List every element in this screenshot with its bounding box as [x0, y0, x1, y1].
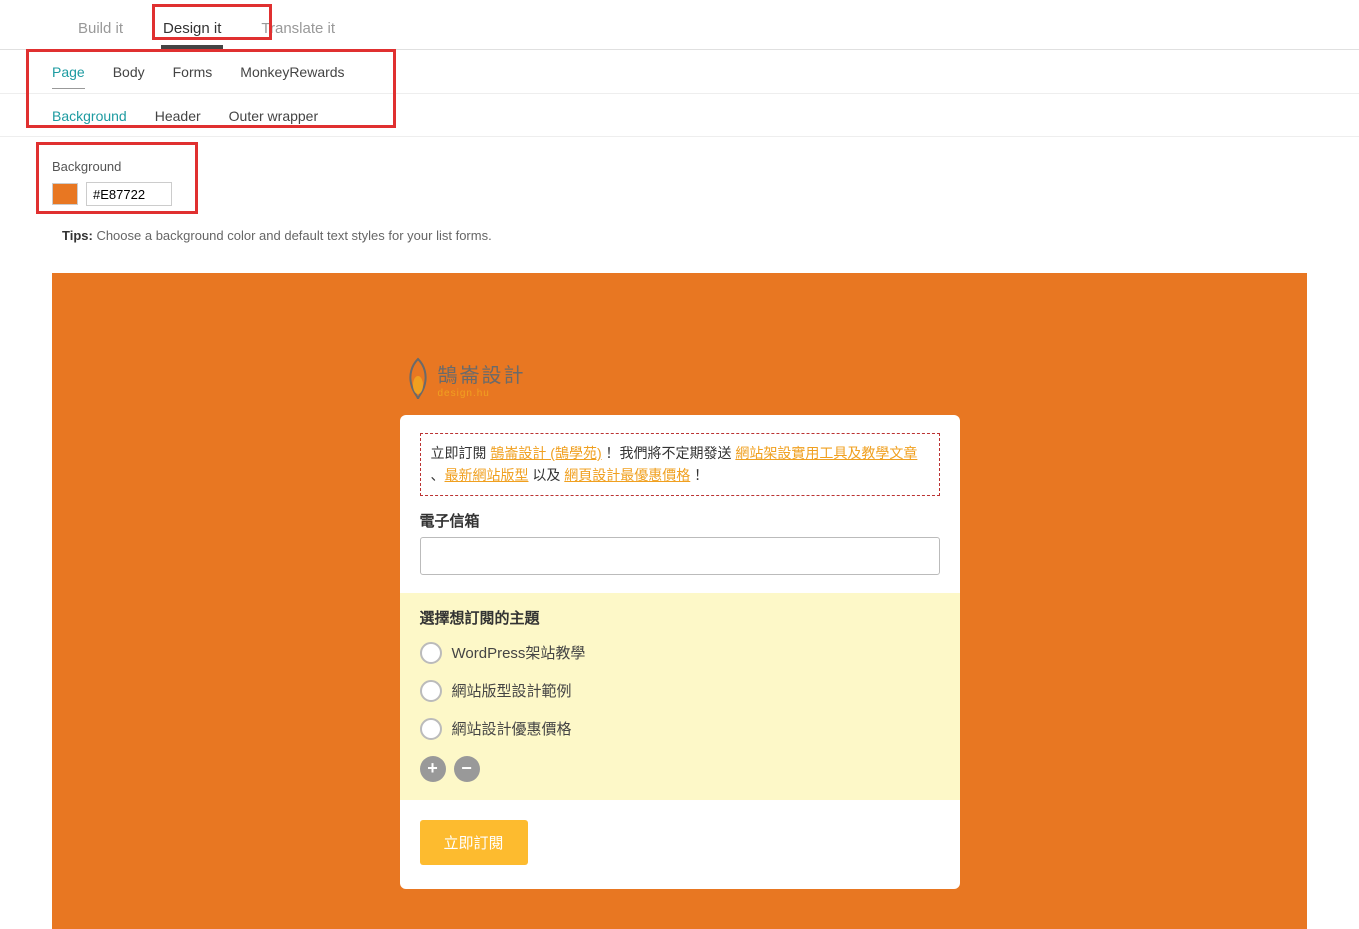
add-option-button[interactable]: + [420, 756, 446, 782]
intro-link-2[interactable]: 網站架設實用工具及教學文章 [735, 445, 917, 461]
email-label: 電子信箱 [420, 510, 940, 531]
tab-translate[interactable]: Translate it [241, 12, 355, 49]
hex-input[interactable] [86, 182, 172, 206]
intro-t3: 、 [431, 467, 445, 483]
background-label: Background [52, 159, 1359, 174]
subtab-page[interactable]: Page [52, 64, 85, 89]
sub-tabs-level2: Background Header Outer wrapper [0, 94, 1359, 137]
main-tabs: Build it Design it Translate it [0, 0, 1359, 50]
tips-label: Tips: [62, 228, 93, 243]
intro-link-4[interactable]: 網頁設計最優惠價格 [564, 467, 690, 483]
preview-canvas: 鵠崙設計 design.hu 立即訂閱 鵠崙設計 (鵠學苑) ！我們將不定期發送… [52, 273, 1307, 929]
radio-section: 選擇想訂閱的主題 WordPress架站教學 網站版型設計範例 網站設計優惠價格 [400, 593, 960, 800]
subtab-monkeyrewards[interactable]: MonkeyRewards [240, 64, 344, 89]
tab-build[interactable]: Build it [58, 12, 143, 49]
intro-link-1[interactable]: 鵠崙設計 (鵠學苑) [490, 445, 601, 461]
intro-t4: 以及 [529, 467, 565, 483]
subtab-body[interactable]: Body [113, 64, 145, 89]
subtab-header[interactable]: Header [155, 108, 201, 124]
remove-option-button[interactable]: − [454, 756, 480, 782]
brand-logo: 鵠崙設計 design.hu [400, 357, 960, 401]
radio-label: 網站版型設計範例 [452, 680, 572, 701]
intro-t2: ！我們將不定期發送 [602, 445, 736, 461]
tab-design[interactable]: Design it [143, 12, 241, 49]
tips-text: Tips: Choose a background color and defa… [0, 206, 1359, 243]
radio-label: 網站設計優惠價格 [452, 718, 572, 739]
radio-label: WordPress架站教學 [452, 642, 586, 663]
intro-link-3[interactable]: 最新網站版型 [445, 467, 529, 483]
sub-tabs-level1: Page Body Forms MonkeyRewards [0, 50, 1359, 94]
logo-text-en: design.hu [438, 388, 526, 399]
intro-t1: 立即訂閱 [431, 445, 491, 461]
color-swatch[interactable] [52, 183, 78, 205]
background-control: Background [0, 137, 1359, 206]
feather-icon [404, 357, 432, 401]
tips-body: Choose a background color and default te… [93, 228, 492, 243]
logo-text-cn: 鵠崙設計 [438, 359, 526, 388]
intro-t5: ！ [690, 467, 708, 483]
subtab-outer-wrapper[interactable]: Outer wrapper [229, 108, 318, 124]
radio-icon[interactable] [420, 642, 442, 664]
email-input[interactable] [420, 537, 940, 575]
intro-box: 立即訂閱 鵠崙設計 (鵠學苑) ！我們將不定期發送 網站架設實用工具及教學文章 … [420, 433, 940, 496]
radio-icon[interactable] [420, 680, 442, 702]
radio-group-title: 選擇想訂閱的主題 [420, 607, 940, 628]
subtab-forms[interactable]: Forms [173, 64, 213, 89]
radio-option-1[interactable]: WordPress架站教學 [420, 642, 940, 664]
form-card: 立即訂閱 鵠崙設計 (鵠學苑) ！我們將不定期發送 網站架設實用工具及教學文章 … [400, 415, 960, 889]
radio-icon[interactable] [420, 718, 442, 740]
radio-option-3[interactable]: 網站設計優惠價格 [420, 718, 940, 740]
submit-button[interactable]: 立即訂閱 [420, 820, 528, 865]
radio-option-2[interactable]: 網站版型設計範例 [420, 680, 940, 702]
subtab-background[interactable]: Background [52, 108, 127, 124]
